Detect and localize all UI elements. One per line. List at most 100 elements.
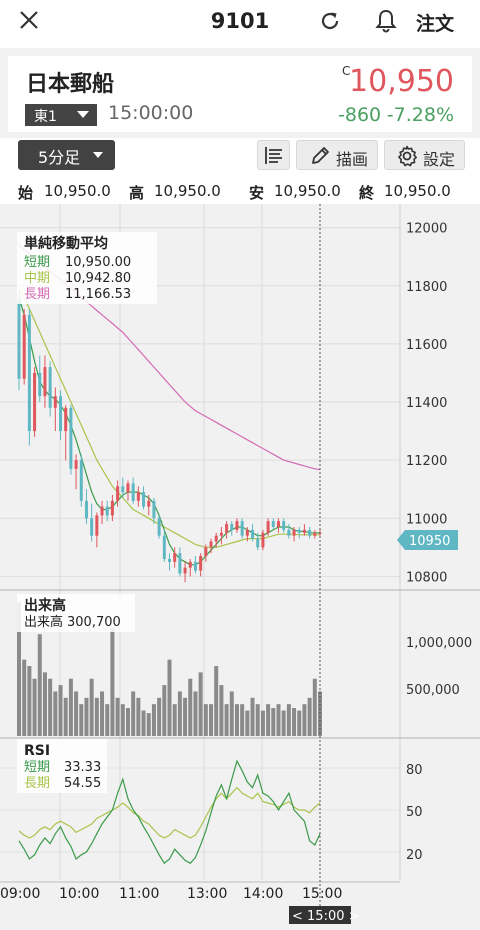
dropdown-triangle-icon — [93, 152, 103, 158]
list-button[interactable] — [257, 140, 290, 170]
candle-body — [27, 314, 31, 432]
gear-icon — [398, 145, 417, 167]
price-tick-label: 10800 — [406, 570, 447, 585]
x-tick-1400: 14:00 — [243, 886, 283, 902]
ma-long-name: 長期 — [24, 287, 50, 302]
volume-bar — [100, 691, 105, 736]
candle-body — [105, 506, 109, 516]
candle-body — [131, 483, 135, 501]
candle-body — [292, 529, 296, 536]
order-button[interactable]: 注文 — [416, 9, 454, 36]
candle-body — [110, 500, 114, 516]
candle-body — [225, 524, 229, 533]
volume-bar — [110, 627, 115, 736]
rsi-tick-50: 50 — [406, 805, 423, 820]
volume-bar — [105, 704, 110, 736]
candle-body — [178, 553, 182, 574]
rsi-long-value: 54.55 — [64, 776, 101, 791]
candle-body — [126, 483, 130, 493]
volume-bar — [271, 708, 276, 736]
stock-chart[interactable]: 12000 11800 11600 11400 11200 11000 10800 単純移動… — [0, 204, 480, 930]
volume-bar — [42, 672, 47, 736]
rsi-long-name: 長期 — [24, 776, 50, 791]
quote-time: 15:00:00 — [108, 102, 194, 124]
candle-body — [297, 529, 301, 533]
chart-background — [0, 204, 480, 930]
candle-body — [240, 521, 244, 536]
volume-bar — [240, 704, 245, 736]
candle-body — [204, 547, 208, 557]
draw-button[interactable]: 描画 — [296, 140, 378, 170]
volume-bar — [63, 697, 68, 736]
volume-value: 300,700 — [67, 615, 121, 630]
ma-short-value: 10,950.00 — [65, 255, 131, 270]
refresh-icon[interactable] — [318, 9, 342, 33]
cursor-time-label: < 15:00 > — [292, 909, 360, 924]
volume-bar — [198, 672, 203, 736]
pencil-icon — [312, 147, 329, 164]
market-selector[interactable]: 東1 — [25, 104, 97, 126]
candle-body — [276, 521, 280, 527]
dropdown-triangle-icon — [77, 111, 89, 118]
candle-body — [152, 500, 156, 519]
period-selector[interactable]: 5分足 — [18, 140, 115, 170]
volume-tick-500k: 500,000 — [406, 683, 460, 698]
price-tick-label: 11200 — [406, 454, 447, 469]
candle-body — [22, 314, 26, 379]
x-tick-1300: 13:00 — [187, 886, 227, 902]
current-price: 10,950 — [349, 64, 454, 99]
volume-bar — [286, 704, 291, 736]
candle-body — [90, 518, 94, 536]
volume-bar — [266, 704, 271, 736]
candle-body — [214, 535, 218, 542]
candle-body — [266, 521, 270, 533]
volume-bar — [79, 704, 84, 736]
ohlc-open-value: 10,950.0 — [44, 182, 111, 200]
volume-bar — [245, 710, 250, 736]
candle-body — [48, 367, 52, 408]
candle-body — [38, 372, 42, 397]
candle-body — [69, 407, 73, 469]
volume-bar — [281, 710, 286, 736]
candle-body — [287, 529, 291, 536]
candle-body — [245, 529, 249, 536]
volume-bar — [255, 704, 260, 736]
settings-button[interactable]: 設定 — [384, 140, 465, 170]
candle-body — [121, 486, 125, 493]
volume-bar — [125, 708, 130, 736]
candle-body — [235, 521, 239, 530]
volume-bar — [89, 678, 94, 736]
volume-bar — [146, 713, 151, 736]
candle-body — [302, 529, 306, 533]
candle-body — [282, 521, 286, 530]
volume-bar — [53, 691, 58, 736]
volume-bar — [188, 678, 193, 736]
ma-mid-value: 10,942.80 — [65, 271, 131, 286]
stock-panel: 日本郵船 東1 15:00:00 C 10,950 -860 -7.28% — [0, 48, 480, 138]
candle-body — [53, 396, 57, 408]
volume-bar — [307, 697, 312, 736]
volume-bar — [172, 704, 177, 736]
page-title: 9101 — [210, 9, 270, 33]
candle-body — [142, 492, 146, 507]
candle-body — [84, 500, 88, 519]
volume-bar — [302, 704, 307, 736]
draw-label: 描画 — [336, 150, 369, 169]
top-bar: 9101 注文 — [0, 0, 480, 44]
ohlc-row: 始 10,950.0 高 10,950.0 安 10,950.0 終 10,95… — [0, 182, 480, 204]
price-tick-label: 11600 — [406, 338, 447, 353]
candle-body — [188, 561, 192, 568]
volume-bar — [250, 697, 255, 736]
candle-body — [116, 486, 120, 501]
price-tick-label: 11000 — [406, 512, 447, 527]
candle-body — [313, 532, 317, 536]
ohlc-low-value: 10,950.0 — [274, 182, 341, 200]
bell-icon[interactable] — [374, 8, 398, 34]
volume-bar — [157, 697, 162, 736]
volume-bar — [229, 691, 234, 736]
candle-body — [173, 553, 177, 562]
volume-bar — [27, 666, 32, 736]
volume-bar — [136, 697, 141, 736]
volume-bar — [151, 704, 156, 736]
price-change-percent: -7.28% — [386, 104, 454, 126]
